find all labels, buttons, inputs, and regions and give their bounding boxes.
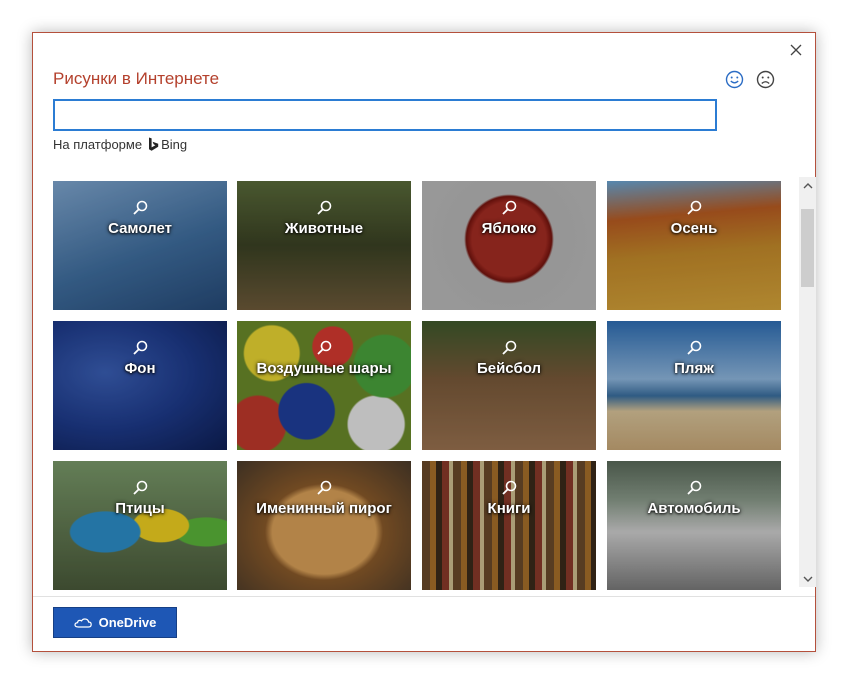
category-tile-animals[interactable]: Животные bbox=[237, 181, 411, 310]
tile-label: Именинный пирог bbox=[256, 500, 392, 517]
bing-logo-icon bbox=[148, 137, 159, 152]
scroll-down-button[interactable] bbox=[799, 570, 816, 587]
category-tile-beach[interactable]: Пляж bbox=[607, 321, 781, 450]
tile-label: Животные bbox=[284, 220, 364, 237]
scroll-thumb[interactable] bbox=[801, 209, 814, 287]
tile-label: Пляж bbox=[674, 360, 714, 377]
category-tile-books[interactable]: Книги bbox=[422, 461, 596, 590]
tile-label: Осень bbox=[670, 220, 718, 237]
magnifier-icon bbox=[133, 480, 148, 495]
magnifier-icon bbox=[317, 480, 332, 495]
onedrive-label: OneDrive bbox=[98, 615, 157, 630]
smile-feedback-button[interactable] bbox=[723, 68, 745, 90]
tile-label: Фон bbox=[124, 360, 156, 377]
frown-feedback-button[interactable] bbox=[754, 68, 776, 90]
tile-label: Воздушные шары bbox=[256, 360, 392, 377]
smile-icon bbox=[725, 70, 743, 88]
footer-divider bbox=[33, 596, 815, 597]
magnifier-icon bbox=[317, 200, 332, 215]
powered-by-prefix: На платформе bbox=[53, 137, 143, 152]
close-button[interactable] bbox=[785, 39, 807, 61]
scroll-up-button[interactable] bbox=[799, 177, 816, 194]
tile-label: Яблоко bbox=[481, 220, 537, 237]
tile-label: Автомобиль bbox=[647, 500, 741, 517]
frown-icon bbox=[756, 70, 774, 88]
category-tile-baseball[interactable]: Бейсбол bbox=[422, 321, 596, 450]
bing-provider-label: Bing bbox=[161, 137, 188, 152]
magnifier-icon bbox=[133, 200, 148, 215]
category-tile-car[interactable]: Автомобиль bbox=[607, 461, 781, 590]
close-icon bbox=[790, 44, 802, 56]
magnifier-icon bbox=[502, 340, 517, 355]
magnifier-icon bbox=[687, 480, 702, 495]
category-tile-balloons[interactable]: Воздушные шары bbox=[237, 321, 411, 450]
grid-scrollbar[interactable] bbox=[799, 177, 816, 587]
chevron-down-icon bbox=[803, 576, 812, 582]
tile-label: Самолет bbox=[108, 220, 172, 237]
bing-search-input[interactable] bbox=[53, 99, 717, 131]
magnifier-icon bbox=[317, 340, 332, 355]
magnifier-icon bbox=[133, 340, 148, 355]
tile-label: Птицы bbox=[115, 500, 165, 517]
magnifier-icon bbox=[687, 340, 702, 355]
cloud-icon bbox=[73, 617, 92, 628]
onedrive-button[interactable]: OneDrive bbox=[53, 607, 177, 638]
magnifier-icon bbox=[502, 200, 517, 215]
category-tile-plane[interactable]: Самолет bbox=[53, 181, 227, 310]
category-tile-background[interactable]: Фон bbox=[53, 321, 227, 450]
image-category-grid: Самолет Животные Яблоко Осень Фон Воздуш… bbox=[53, 181, 781, 591]
powered-by-bing: На платформе Bing bbox=[53, 137, 187, 152]
category-tile-apple[interactable]: Яблоко bbox=[422, 181, 596, 310]
magnifier-icon bbox=[502, 480, 517, 495]
category-tile-birthday-cake[interactable]: Именинный пирог bbox=[237, 461, 411, 590]
chevron-up-icon bbox=[803, 182, 812, 188]
online-pictures-dialog: Рисунки в Интернете На платформе Bing Са… bbox=[32, 32, 816, 652]
category-tile-autumn[interactable]: Осень bbox=[607, 181, 781, 310]
magnifier-icon bbox=[687, 200, 702, 215]
tile-label: Книги bbox=[487, 500, 531, 517]
category-tile-birds[interactable]: Птицы bbox=[53, 461, 227, 590]
tile-label: Бейсбол bbox=[476, 360, 542, 377]
dialog-title: Рисунки в Интернете bbox=[53, 69, 220, 88]
